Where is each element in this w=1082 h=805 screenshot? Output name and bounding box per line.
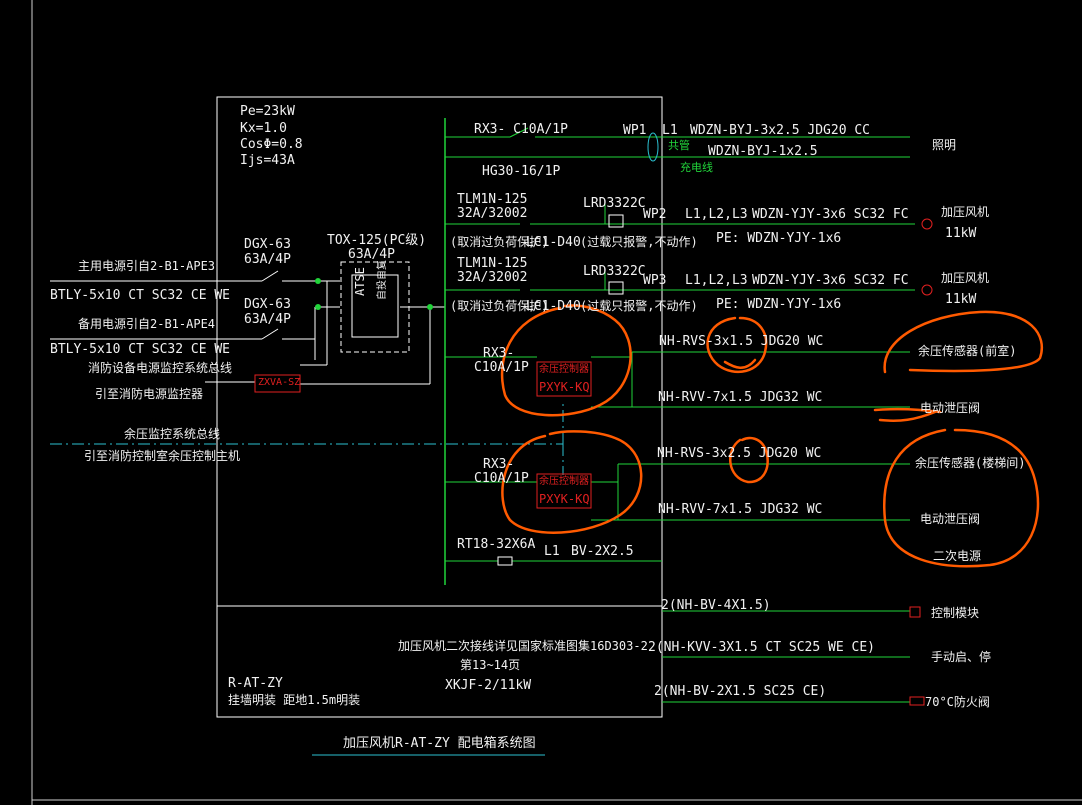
wp1-phase: L1	[662, 123, 678, 138]
secondary-2-cable: 2(NH-KVV-3X1.5 CT SC25 WE CE)	[648, 640, 875, 655]
footer-name: R-AT-ZY	[228, 676, 283, 691]
wp2-phase: L1,L2,L3	[685, 207, 748, 222]
wp3-circuit: WP3	[643, 273, 667, 288]
wp2-cable: WDZN-YJY-3x6 SC32 FC	[752, 207, 909, 222]
supply-backup-label: 备用电源引自2-B1-APE4	[78, 317, 216, 331]
ctrl1-module: 余压控制器	[539, 364, 589, 375]
monitor-dest-label: 引至消防电源监控器	[95, 387, 204, 401]
ctrl2-load-b: 电动泄压阀	[920, 512, 981, 526]
load-kx: Kx=1.0	[240, 121, 287, 136]
ctrl2-breaker: RX3-	[483, 457, 515, 472]
monitor-bus-label: 消防设备电源监控系统总线	[88, 361, 233, 375]
ctrl2-breaker-rating: C10A/1P	[474, 471, 529, 486]
wp3-relay-note: (过载只报警,不动作)	[580, 299, 698, 313]
wp1-load: 照明	[932, 138, 957, 152]
wp2-load: 加压风机	[941, 205, 990, 219]
secondary-3-cable: 2(NH-BV-2X1.5 SC25 CE)	[654, 684, 827, 699]
supply-backup-cable: BTLY-5x10 CT SC32 CE WE	[50, 342, 231, 357]
breaker-a-model: DGX-63	[244, 237, 291, 252]
ats-label: ATSE	[353, 267, 367, 296]
wp2-circuit: WP2	[643, 207, 667, 222]
wp2-contactor: LC1-D40	[526, 235, 581, 250]
wp3-cable: WDZN-YJY-3x6 SC32 FC	[752, 273, 909, 288]
supply-main-cable: BTLY-5x10 CT SC32 CE WE	[50, 288, 231, 303]
ctrl2-cable-b: NH-RVV-7x1.5 JDG32 WC	[658, 502, 823, 517]
wp3-power: 11kW	[945, 292, 977, 307]
ctrl1-cable-b: NH-RVV-7x1.5 JDG32 WC	[658, 390, 823, 405]
wp3-breaker: TLM1N-125	[457, 256, 528, 271]
ctrl2-load-c: 二次电源	[933, 549, 982, 563]
wp1-shared-note: 共管	[668, 139, 690, 152]
wp1-circuit: WP1	[623, 123, 647, 138]
ctrl2-module: 余压控制器	[539, 476, 589, 487]
secondary-3-load: 70°C防火阀	[925, 695, 990, 709]
ctrl1-cable-a: NH-RVS-3x1.5 JDG20 WC	[659, 334, 824, 349]
footer-page: 第13~14页	[460, 658, 521, 672]
wp1-breaker: RX3- C10A/1P	[474, 122, 568, 137]
wp2-breaker-rating: 32A/32002	[457, 206, 528, 221]
ctrl1-load-a: 余压传感器(前室)	[918, 344, 1017, 358]
wp3-breaker-rating: 32A/32002	[457, 270, 528, 285]
breaker-b-model: DGX-63	[244, 297, 291, 312]
ats-model: TOX-125(PC级)	[327, 233, 427, 248]
footer-install: 挂墙明装 距地1.5m明装	[228, 693, 361, 707]
wp3-load: 加压风机	[941, 271, 990, 285]
wp3-contactor: LC1-D40	[526, 299, 581, 314]
monitor-module: ZXVA-SZ	[258, 377, 301, 388]
wp3-pe: PE: WDZN-YJY-1x6	[716, 297, 842, 312]
wp1-charge-note: 充电线	[680, 161, 713, 174]
secondary-2-load: 手动启、停	[931, 650, 992, 664]
ctrl1-load-b: 电动泄压阀	[920, 401, 981, 415]
footer-note: 加压风机二次接线详见国家标准图集16D303-2	[398, 639, 648, 653]
breaker-b-rating: 63A/4P	[244, 312, 291, 327]
wp2-relay-note: (过载只报警,不动作)	[580, 235, 698, 249]
footer-model: XKJF-2/11kW	[445, 678, 532, 693]
wp2-breaker: TLM1N-125	[457, 192, 528, 207]
ctrl1-breaker: RX3-	[483, 346, 515, 361]
wp2-pe: PE: WDZN-YJY-1x6	[716, 231, 842, 246]
diagram-caption: 加压风机R-AT-ZY 配电箱系统图	[343, 736, 536, 751]
wp2-relay: LRD3322C	[583, 196, 646, 211]
supply-main-label: 主用电源引自2-B1-APE3	[78, 259, 216, 273]
wp1-device: HG30-16/1P	[482, 164, 561, 179]
secondary-1-cable: 2(NH-BV-4X1.5)	[661, 598, 771, 613]
ats-sublabel: 自投自复	[377, 260, 388, 300]
ctrl1-breaker-rating: C10A/1P	[474, 360, 529, 375]
spare-fuse: RT18-32X6A	[457, 537, 536, 552]
wp2-power: 11kW	[945, 226, 977, 241]
load-cos: CosΦ=0.8	[240, 137, 303, 152]
load-pe: Pe=23kW	[240, 104, 295, 119]
wp3-relay: LRD3322C	[583, 264, 646, 279]
spare-cable: BV-2X2.5	[571, 544, 634, 559]
ctrl1-module-model: PXYK-KQ	[539, 380, 590, 394]
ctrl2-load-a: 余压传感器(楼梯间)	[915, 456, 1026, 470]
ctrl2-module-model: PXYK-KQ	[539, 492, 590, 506]
secondary-1-load: 控制模块	[931, 606, 980, 620]
breaker-a-rating: 63A/4P	[244, 252, 291, 267]
wp1-cable2: WDZN-BYJ-1x2.5	[708, 144, 818, 159]
spare-phase: L1	[544, 544, 560, 559]
pressure-dest-label: 引至消防控制室余压控制主机	[84, 449, 241, 463]
wp1-cable: WDZN-BYJ-3x2.5 JDG20 CC	[690, 123, 871, 138]
load-ijs: Ijs=43A	[240, 153, 295, 168]
pressure-bus-label: 余压监控系统总线	[124, 427, 221, 441]
wp3-phase: L1,L2,L3	[685, 273, 748, 288]
ctrl2-cable-a: NH-RVS-3x2.5 JDG20 WC	[657, 446, 822, 461]
